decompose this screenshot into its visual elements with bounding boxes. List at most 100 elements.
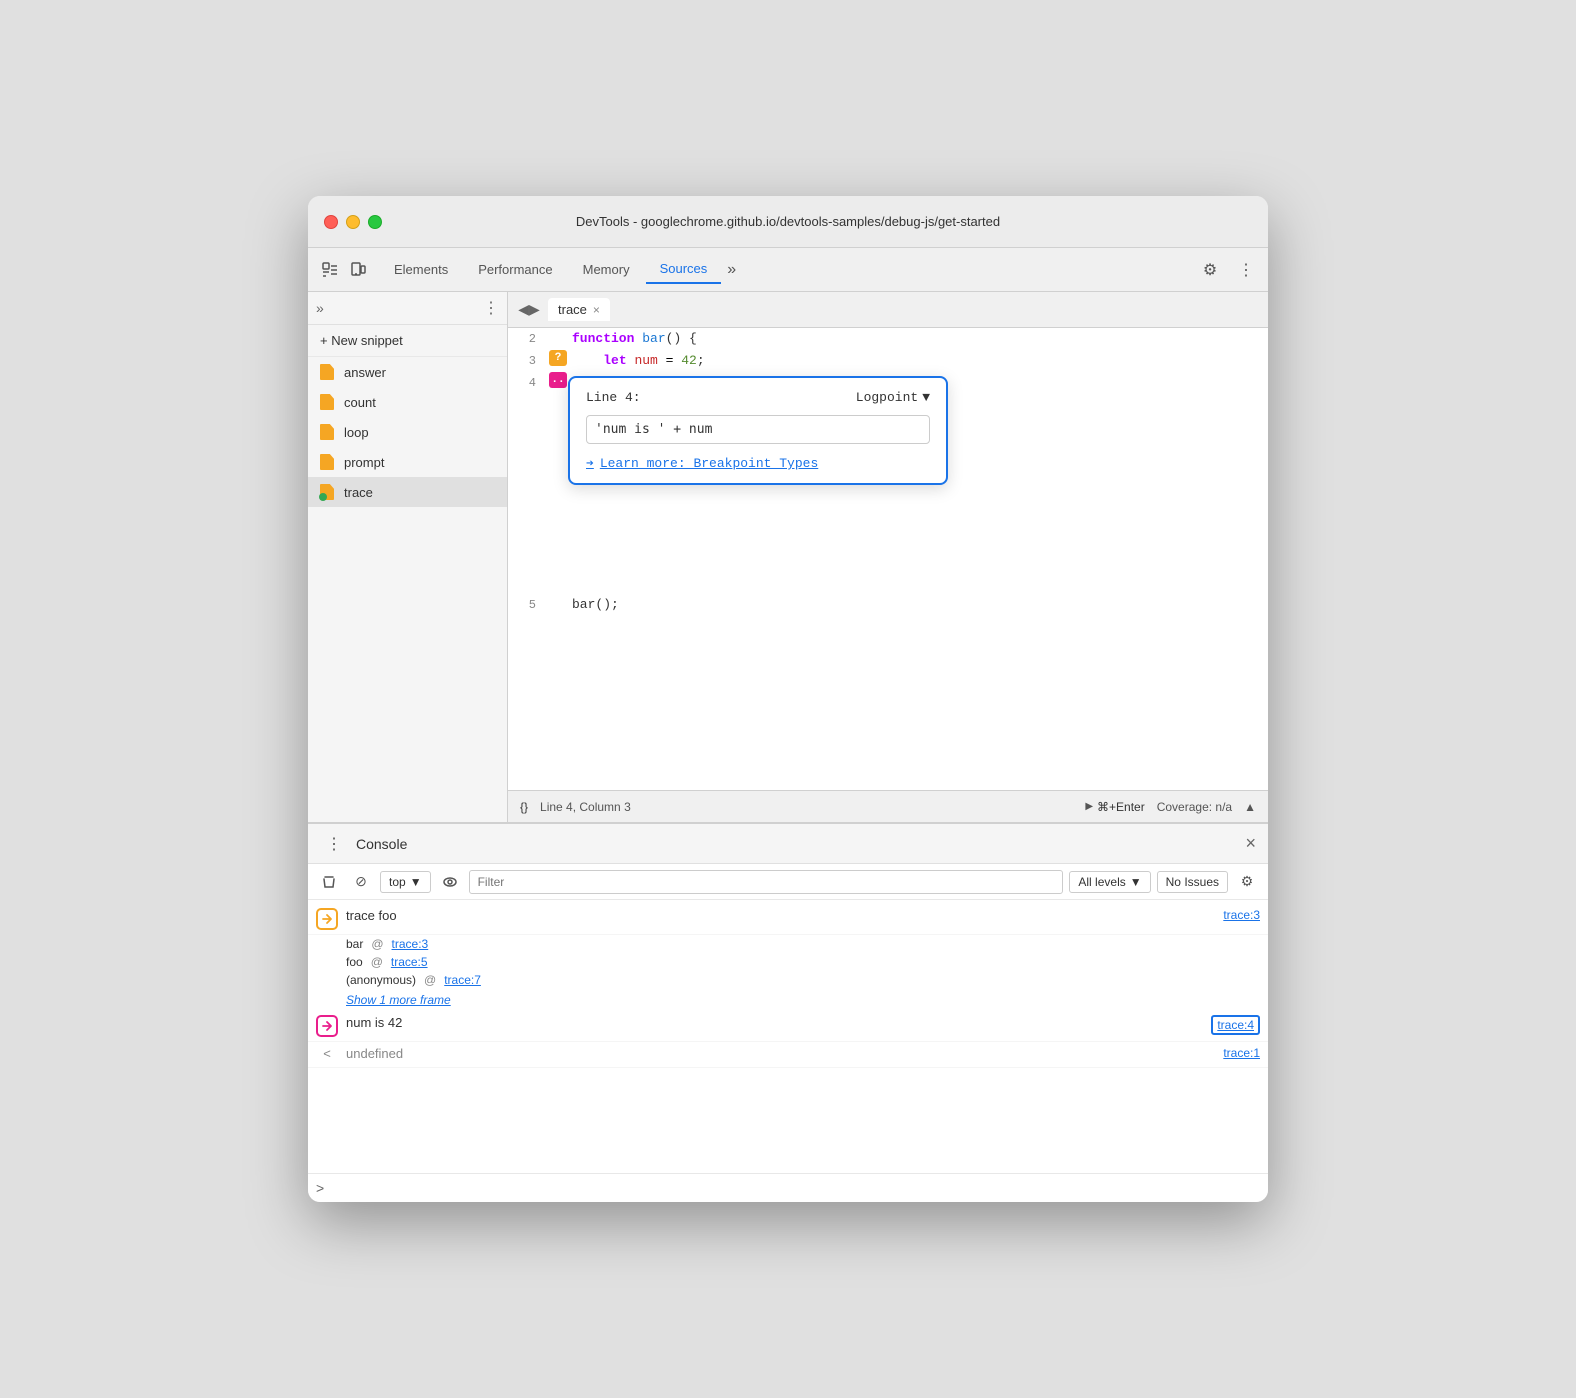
sidebar-chevron-icon[interactable]: » (316, 300, 324, 316)
coverage-label: Coverage: n/a (1157, 800, 1232, 814)
logpoint-popup: Line 4: Logpoint ▼ ➔ Learn more: Breakpo… (568, 376, 948, 485)
console-entry-log: num is 42 trace:4 (308, 1011, 1268, 1042)
console-close-icon[interactable]: × (1245, 833, 1256, 854)
snippet-list: answer count loop (308, 357, 507, 822)
sidebar-menu-icon[interactable]: ⋮ (483, 298, 499, 318)
snippet-item-trace[interactable]: trace (308, 477, 507, 507)
console-filter-input[interactable] (469, 870, 1064, 894)
sidebar-header: » ⋮ (308, 292, 507, 325)
traffic-lights (324, 215, 382, 229)
snippet-name: count (344, 395, 376, 410)
keyword-function: function (572, 331, 634, 346)
snippet-file-icon (320, 454, 336, 470)
more-tabs-icon[interactable]: » (727, 261, 736, 279)
line-content-3: let num = 42; (568, 350, 1268, 372)
console-gear-icon[interactable]: ⚙ (1234, 869, 1260, 895)
log-level-dropdown-icon: ▼ (1130, 875, 1142, 889)
log-level-dropdown[interactable]: All levels ▼ (1069, 871, 1150, 893)
snippet-file-icon (320, 424, 336, 440)
snippet-name: prompt (344, 455, 384, 470)
code-tab-close-icon[interactable]: × (593, 303, 600, 317)
stack-line-bar: bar @ trace:3 (308, 935, 1268, 953)
stack-location-foo[interactable]: trace:5 (391, 955, 428, 969)
console-log-icon (316, 1015, 338, 1037)
nav-device-icon[interactable] (344, 256, 372, 284)
maximize-button[interactable] (368, 215, 382, 229)
undefined-symbol: < (316, 1046, 338, 1061)
punc: ; (697, 353, 705, 368)
nav-inspect-icon[interactable] (316, 256, 344, 284)
layers-icon[interactable]: ▲ (1244, 800, 1256, 814)
snippet-item-prompt[interactable]: prompt (308, 447, 507, 477)
tab-sources[interactable]: Sources (646, 255, 722, 284)
stack-line-foo: foo @ trace:5 (308, 953, 1268, 971)
console-trace-icon (316, 908, 338, 930)
logpoint-header: Line 4: Logpoint ▼ (586, 390, 930, 405)
snippet-item-loop[interactable]: loop (308, 417, 507, 447)
context-selector[interactable]: top ▼ (380, 871, 431, 893)
punc-bar-call: bar(); (572, 597, 619, 612)
logpoint-type-dropdown[interactable]: Logpoint ▼ (856, 390, 930, 405)
snippet-name: loop (344, 425, 369, 440)
context-label: top (389, 875, 406, 889)
stack-at-foo: @ (371, 955, 383, 969)
tab-performance[interactable]: Performance (464, 256, 566, 283)
var-num: num (634, 353, 657, 368)
stack-location-anon[interactable]: trace:7 (444, 973, 481, 987)
run-button[interactable]: ▶ ⌘+Enter (1085, 800, 1144, 814)
format-button[interactable]: {} (520, 800, 528, 814)
stack-at-bar: @ (371, 937, 383, 951)
stack-fn-bar: bar (346, 937, 363, 951)
log-entry-content: num is 42 (346, 1015, 1203, 1030)
new-snippet-label: + New snippet (320, 333, 403, 348)
logpoint-learn-more-link[interactable]: ➔ Learn more: Breakpoint Types (586, 456, 930, 471)
stack-line-anon: (anonymous) @ trace:7 (308, 971, 1268, 989)
line-gutter-4: .. (548, 372, 568, 388)
devtools-toolbar-right: ⚙ ⋮ (1196, 256, 1260, 284)
console-input-field[interactable] (332, 1181, 1260, 1196)
new-snippet-button[interactable]: + New snippet (308, 325, 507, 357)
breakpoint-badge-orange[interactable]: ? (549, 350, 567, 366)
logpoint-type-label: Logpoint (856, 390, 918, 405)
snippet-item-answer[interactable]: answer (308, 357, 507, 387)
context-dropdown-icon: ▼ (410, 875, 422, 889)
log-location[interactable]: trace:4 (1211, 1015, 1260, 1035)
stack-location-bar[interactable]: trace:3 (392, 937, 429, 951)
console-menu-icon[interactable]: ⋮ (320, 830, 348, 858)
show-more-frames-link[interactable]: Show 1 more frame (308, 989, 1268, 1011)
trace-location[interactable]: trace:3 (1223, 908, 1260, 922)
main-area: » ⋮ + New snippet answer count (308, 292, 1268, 822)
tab-elements[interactable]: Elements (380, 256, 462, 283)
close-button[interactable] (324, 215, 338, 229)
undefined-text: undefined (346, 1046, 403, 1061)
more-options-icon[interactable]: ⋮ (1232, 256, 1260, 284)
panel-toggle-icon[interactable]: ◀▶ (516, 297, 542, 323)
clear-console-icon[interactable] (316, 869, 342, 895)
ban-icon[interactable]: ⊘ (348, 869, 374, 895)
line-number-4: 4 (508, 372, 548, 394)
eye-icon[interactable] (437, 869, 463, 895)
stack-at-anon: @ (424, 973, 436, 987)
fn-name-bar: bar (642, 331, 665, 346)
snippet-item-count[interactable]: count (308, 387, 507, 417)
logpoint-expression-input[interactable] (586, 415, 930, 444)
issues-button[interactable]: No Issues (1157, 871, 1228, 893)
code-tab-trace[interactable]: trace × (548, 298, 610, 321)
minimize-button[interactable] (346, 215, 360, 229)
undefined-content: undefined (346, 1046, 1215, 1061)
code-editor[interactable]: 2 function bar() { 3 ? let num = 42; (508, 328, 1268, 790)
tab-memory[interactable]: Memory (569, 256, 644, 283)
num-value: 42 (681, 353, 697, 368)
devtools-window: DevTools - googlechrome.github.io/devtoo… (308, 196, 1268, 1202)
console-content: trace foo trace:3 bar @ trace:3 foo @ tr… (308, 900, 1268, 1173)
undefined-location[interactable]: trace:1 (1223, 1046, 1260, 1060)
code-editor-area: ◀▶ trace × 2 function bar() { (508, 292, 1268, 822)
log-level-label: All levels (1078, 875, 1125, 889)
code-tab-label: trace (558, 302, 587, 317)
log-text: num is 42 (346, 1015, 402, 1030)
sidebar: » ⋮ + New snippet answer count (308, 292, 508, 822)
breakpoint-badge-pink[interactable]: .. (549, 372, 567, 388)
line-number-3: 3 (508, 350, 548, 372)
settings-icon[interactable]: ⚙ (1196, 256, 1224, 284)
logpoint-link-text: Learn more: Breakpoint Types (600, 456, 818, 471)
